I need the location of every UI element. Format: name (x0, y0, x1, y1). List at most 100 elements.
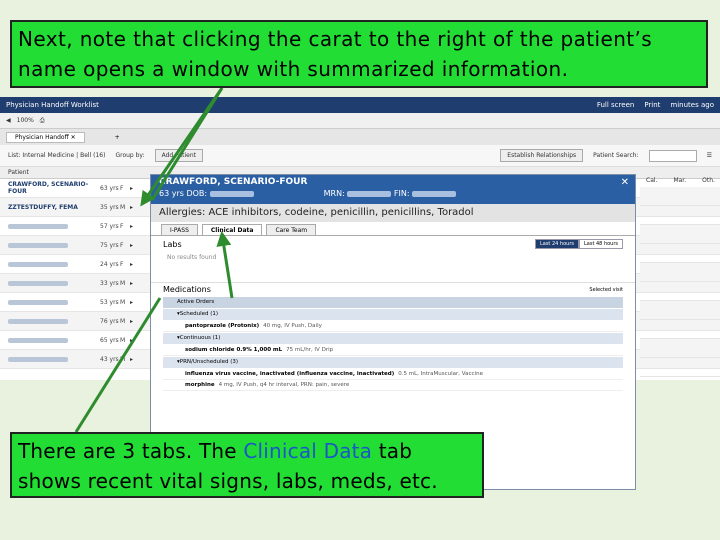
column-header: Mar. (673, 177, 687, 184)
med-group[interactable]: ▾Scheduled (1) (163, 309, 623, 320)
tab-clinical-data[interactable]: Clinical Data (201, 224, 263, 235)
add-tab-icon[interactable]: + (115, 134, 120, 141)
patient-age: 43 yrs (100, 355, 119, 363)
patient-age: 65 yrs (100, 336, 119, 344)
patient-sex: F (120, 222, 124, 230)
patient-name[interactable] (8, 299, 68, 305)
carat-icon[interactable]: ▸ (130, 185, 133, 192)
carat-icon[interactable]: ▸ (130, 223, 133, 230)
cell (640, 358, 720, 377)
popup-demographics: 63 yrs DOB: MRN: FIN: (159, 189, 627, 198)
patient-name[interactable]: CRAWFORD, SCENARIO-FOUR (8, 181, 100, 195)
carat-icon[interactable]: ▸ (130, 337, 133, 344)
cell (640, 339, 720, 358)
redacted-value (412, 190, 457, 197)
menu-icon[interactable]: ☰ (707, 152, 712, 159)
cell (640, 225, 720, 244)
tab-label: Physician Handoff (15, 133, 69, 141)
demographic-group: 63 yrs DOB: (159, 189, 254, 198)
patient-search-input[interactable] (648, 149, 697, 162)
carat-icon[interactable]: ▸ (130, 318, 133, 325)
zoom-level[interactable]: 100% (17, 117, 34, 124)
patient-name[interactable] (8, 242, 68, 248)
med-item[interactable]: morphine 4 mg, IV Push, q4 hr interval, P… (163, 380, 623, 391)
med-item[interactable]: influenza virus vaccine, inactivated (in… (163, 369, 623, 380)
no-results-text: No results found (167, 254, 217, 261)
medications-title: Medications (163, 285, 211, 294)
cell (640, 263, 720, 282)
med-item[interactable]: pantoprazole (Protonix) 40 mg, IV Push, D… (163, 321, 623, 332)
carat-icon[interactable]: ▸ (130, 356, 133, 363)
column-header: Cal. (646, 177, 658, 184)
patient-age: 63 yrs (100, 184, 119, 192)
tab-row: Physician Handoff ✕ + (0, 129, 720, 145)
carat-icon[interactable]: ▸ (130, 242, 133, 249)
redacted-value (347, 190, 392, 197)
column-header: Oth. (702, 177, 715, 184)
popup-header: CRAWFORD, SCENARIO-FOUR 63 yrs DOB: MRN:… (151, 175, 635, 204)
carat-icon[interactable]: ▸ (130, 261, 133, 268)
carat-icon[interactable]: ▸ (130, 299, 133, 306)
patient-name[interactable] (8, 337, 68, 343)
demographic-group: MRN: FIN: (323, 189, 457, 198)
popup-age: 63 yrs (159, 189, 184, 198)
close-icon[interactable]: ✕ (621, 177, 629, 188)
establish-relationships-button[interactable]: Establish Relationships (500, 149, 584, 162)
mrn-label: MRN: (323, 189, 345, 198)
refresh-status[interactable]: minutes ago (670, 101, 714, 109)
selected-visit[interactable]: Selected visit (589, 287, 623, 293)
full-screen-button[interactable]: Full screen (597, 101, 634, 109)
patient-name[interactable] (8, 318, 68, 324)
carat-icon[interactable]: ▸ (130, 204, 133, 211)
cell (640, 301, 720, 320)
patient-search-label: Patient Search: (593, 152, 639, 159)
medications-header: Medications Selected visit (151, 282, 635, 296)
med-group[interactable]: ▾Continuous (1) (163, 333, 623, 344)
allergies-bar: Allergies: ACE inhibitors, codeine, peni… (151, 204, 635, 222)
tab-physician-handoff[interactable]: Physician Handoff ✕ (6, 131, 85, 143)
patient-name[interactable] (8, 223, 68, 229)
med-drug: pantoprazole (Protonix) (185, 323, 260, 329)
print-icon[interactable]: ⎙ (40, 117, 45, 125)
last-48-hours-button[interactable]: Last 48 hours (578, 239, 623, 249)
tab-ipass[interactable]: I-PASS (161, 224, 198, 235)
patient-age: 75 yrs (100, 241, 119, 249)
patient-sex: M (120, 279, 126, 287)
patient-age: 76 yrs (100, 317, 119, 325)
labs-section-header: Labs Last 24 hours Last 48 hours (151, 236, 635, 252)
callout-top: Next, note that clicking the carat to th… (10, 20, 708, 88)
cell (640, 320, 720, 339)
med-group[interactable]: ▾PRN/Unscheduled (3) (163, 357, 623, 368)
app-title: Physician Handoff Worklist (6, 101, 99, 109)
patient-name[interactable]: ZZTESTDUFFY, FEMA (8, 204, 100, 211)
cell (640, 206, 720, 225)
med-item[interactable]: sodium chloride 0.9% 1,000 mL 75 mL/hr, I… (163, 345, 623, 356)
callout-bottom: There are 3 tabs. The Clinical Data tab … (10, 432, 484, 498)
patient-sex: M (120, 203, 126, 211)
patient-age: 53 yrs (100, 298, 119, 306)
popup-patient-name: CRAWFORD, SCENARIO-FOUR (159, 177, 308, 187)
add-patient-button[interactable]: Add Patient (154, 149, 203, 162)
cell (640, 282, 720, 301)
med-detail: 40 mg, IV Push, Daily (263, 323, 322, 329)
patient-name[interactable] (8, 280, 68, 286)
med-detail: 75 mL/hr, IV Drip (286, 347, 334, 353)
med-group-label: PRN/Unscheduled (3) (179, 359, 239, 365)
labs-title: Labs (163, 239, 182, 249)
last-24-hours-button[interactable]: Last 24 hours (534, 239, 579, 249)
patient-name[interactable] (8, 356, 68, 362)
patient-sex: M (120, 298, 126, 306)
print-button[interactable]: Print (644, 101, 660, 109)
med-drug: influenza virus vaccine, inactivated (in… (185, 371, 395, 377)
cell (640, 187, 720, 206)
app-toolbar: ◀ 100% ⎙ (0, 113, 720, 129)
patient-sex: F (120, 184, 124, 192)
tab-care-team[interactable]: Care Team (266, 224, 317, 235)
labs-range: Last 24 hours Last 48 hours (534, 239, 623, 249)
patient-name[interactable] (8, 261, 68, 267)
dob-label: DOB: (186, 189, 208, 198)
back-icon[interactable]: ◀ (6, 117, 11, 124)
patient-age: 57 yrs (100, 222, 119, 230)
carat-icon[interactable]: ▸ (130, 280, 133, 287)
list-selector[interactable]: List: Internal Medicine | Bell (16) (8, 152, 105, 159)
